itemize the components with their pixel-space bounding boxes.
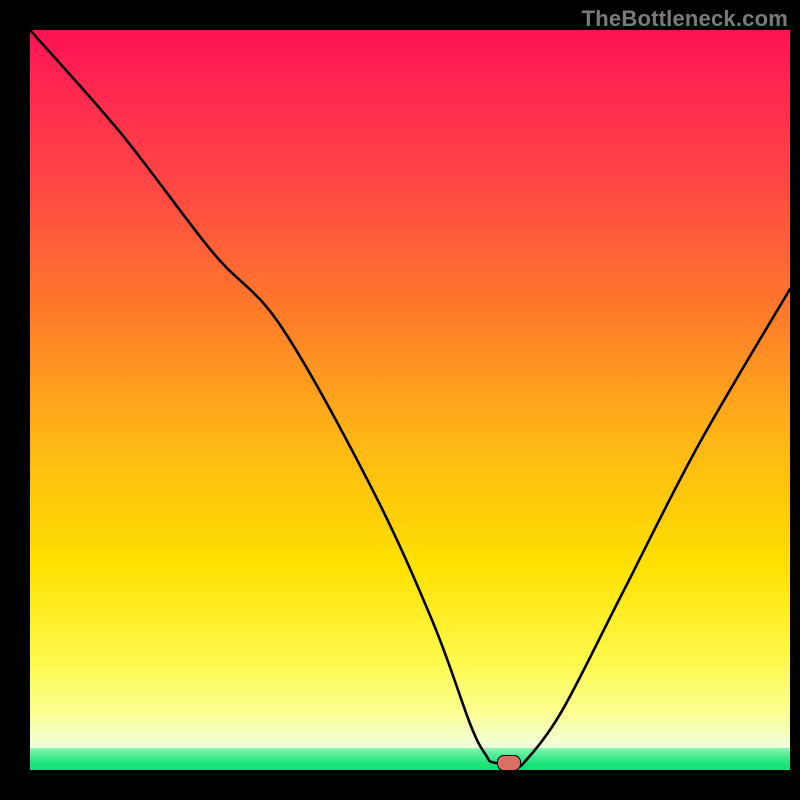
chart-frame: TheBottleneck.com [0, 0, 800, 800]
optimal-point-marker [497, 755, 521, 770]
plot-area [30, 30, 790, 770]
watermark-label: TheBottleneck.com [582, 6, 788, 32]
bottleneck-curve [30, 30, 790, 770]
